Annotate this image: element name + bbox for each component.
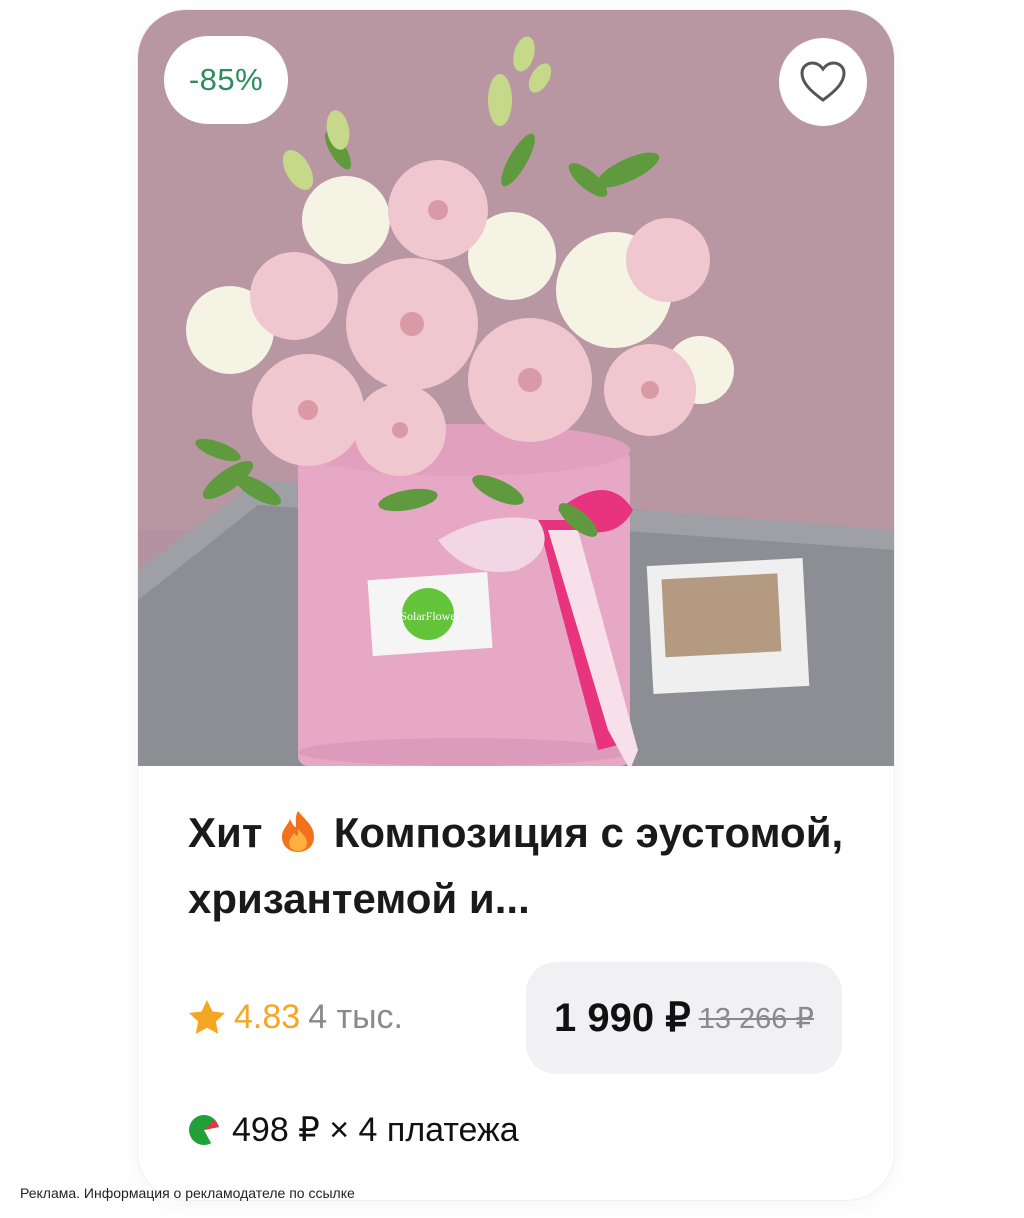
bouquet-photo: SolarFlower: [138, 10, 894, 766]
favorite-button[interactable]: [779, 38, 867, 126]
star-icon: [189, 1000, 225, 1034]
ad-disclaimer[interactable]: Реклама. Информация о рекламодателе по с…: [20, 1185, 355, 1201]
box-label: SolarFlower: [400, 609, 459, 623]
installment-text: 498 ₽ × 4 платежа: [232, 1111, 519, 1149]
product-card[interactable]: SolarFlower -85% Хит Композиция с эустом…: [138, 10, 894, 1200]
old-price: 13 266 ₽: [698, 1002, 814, 1035]
installment-info[interactable]: 498 ₽ × 4 платежа: [188, 1104, 519, 1156]
heart-outline-icon: [800, 61, 846, 102]
price-box[interactable]: 1 990 ₽ 13 266 ₽: [526, 962, 842, 1074]
title-prefix: Хит: [188, 809, 263, 856]
fire-icon: [282, 811, 315, 852]
discount-badge: -85%: [164, 36, 288, 124]
rating-value: 4.83: [234, 997, 301, 1036]
product-image[interactable]: SolarFlower: [138, 10, 894, 766]
reviews-count: 4 тыс.: [308, 997, 403, 1036]
split-payment-icon: [189, 1115, 220, 1145]
product-title[interactable]: Хит Композиция с эустомой, хризантемой и…: [188, 800, 848, 932]
current-price: 1 990 ₽: [554, 996, 691, 1040]
rating[interactable]: 4.83 4 тыс.: [188, 994, 403, 1040]
